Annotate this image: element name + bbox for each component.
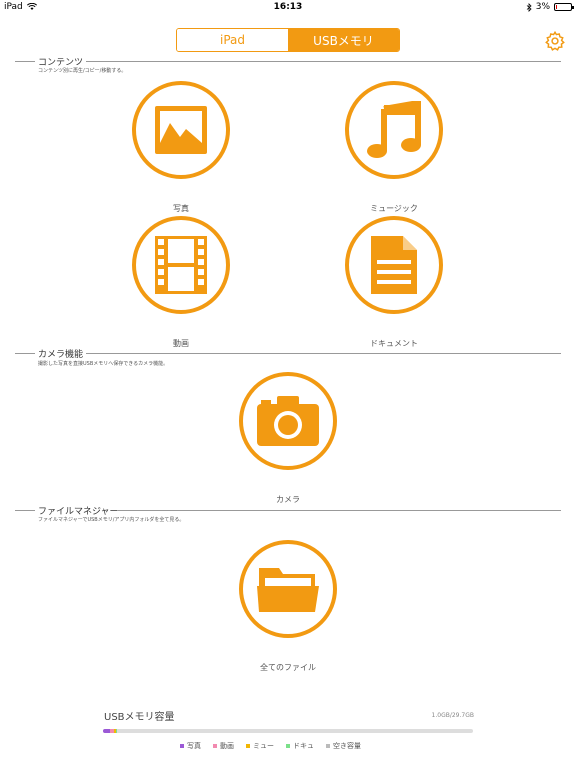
camera-section-title: カメラ機能 [38,350,84,360]
camera-circle[interactable] [239,372,337,470]
video-label: 動画 [173,339,189,348]
legend-item-photo: 写真 [180,741,201,751]
legend-label-photo: 写真 [187,742,201,750]
segment-ipad[interactable]: iPad [177,29,288,51]
video-circle[interactable] [132,216,230,314]
status-right: 3% [526,2,574,12]
music-label: ミュージック [370,204,418,213]
legend-dot-document [286,744,290,748]
files-divider [15,510,35,511]
files-divider-right [118,510,561,511]
legend-dot-free [326,744,330,748]
contents-section-desc: コンテンツ別に再生/コピー/移動する。 [38,68,127,74]
camera-tile[interactable]: カメラ [233,372,343,505]
storage-fill-document [115,729,117,733]
camera-section-desc: 撮影した写真を直接USBメモリへ保存できるカメラ機能。 [38,361,169,367]
files-tile[interactable]: 全てのファイル [233,540,343,673]
photo-tile[interactable]: 写真 [126,81,236,214]
status-bar: iPad 16:13 3% [0,0,576,16]
film-icon [155,236,207,294]
storage-fill-photo [103,729,110,733]
legend-item-free: 空き容量 [326,741,361,751]
document-icon [371,236,417,294]
document-label: ドキュメント [370,339,418,348]
photo-label: 写真 [173,204,189,213]
status-time: 16:13 [273,2,303,12]
storage-usage-bar [103,729,473,733]
camera-divider-right [86,353,561,354]
legend-dot-video [213,744,217,748]
music-icon [367,101,421,158]
legend-item-music: ミュー [246,741,274,751]
document-circle[interactable] [345,216,443,314]
camera-icon [257,396,319,446]
files-label: 全てのファイル [260,663,316,672]
files-section-desc: ファイルマネジャーでUSBメモリ/アプリ内フォルダを全て見る。 [38,517,185,523]
music-circle[interactable] [345,81,443,179]
camera-divider [15,353,35,354]
files-circle[interactable] [239,540,337,638]
photo-circle[interactable] [132,81,230,179]
camera-label: カメラ [276,495,300,504]
document-tile[interactable]: ドキュメント [339,216,449,349]
battery-percent: 3% [535,2,550,12]
legend-label-music: ミュー [253,742,274,750]
segment-usb-memory[interactable]: USBメモリ [288,29,399,51]
legend-label-free: 空き容量 [333,742,361,750]
storage-amount: 1.0GB/29.7GB [431,712,474,719]
gear-icon[interactable] [544,30,566,52]
storage-title: USBメモリ容量 [104,712,175,723]
photo-icon [155,106,207,154]
contents-divider [15,61,35,62]
storage-legend: 写真 動画 ミュー ドキュ 空き容量 [180,741,361,751]
folder-icon [257,568,319,612]
legend-dot-music [246,744,250,748]
legend-label-video: 動画 [220,742,234,750]
legend-item-document: ドキュ [286,741,314,751]
contents-divider-right [86,61,561,62]
bluetooth-icon [526,2,532,12]
legend-item-video: 動画 [213,741,234,751]
legend-dot-photo [180,744,184,748]
battery-icon [554,3,574,11]
storage-segmented-control: iPad USBメモリ [176,28,400,52]
video-tile[interactable]: 動画 [126,216,236,349]
legend-label-document: ドキュ [293,742,314,750]
music-tile[interactable]: ミュージック [339,81,449,214]
